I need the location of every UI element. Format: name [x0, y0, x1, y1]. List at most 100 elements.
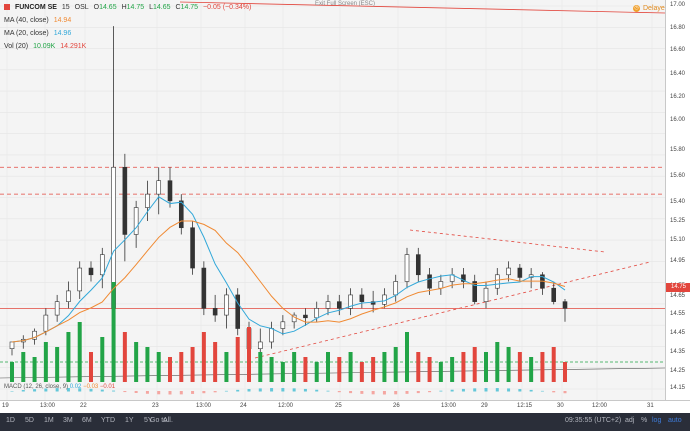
macd-histogram-bar: [382, 391, 386, 395]
triangle-upper-line: [409, 229, 606, 253]
goto-button[interactable]: Go to...: [150, 417, 173, 424]
macd-value-3: −0.01: [99, 384, 116, 390]
chart-canvas[interactable]: [0, 0, 665, 400]
candle-body: [201, 267, 207, 309]
volume-bar: [326, 352, 330, 382]
candle-body: [122, 166, 128, 235]
macd-histogram-bar: [349, 391, 353, 394]
ma20-value: 14.96: [53, 30, 72, 37]
time-tick-3: 23: [152, 403, 159, 409]
volume-bar: [506, 347, 511, 382]
legend-volume-row[interactable]: Vol (20) 10.09K 14.291K: [4, 43, 89, 50]
volume-bar: [10, 362, 14, 382]
volume-bar: [563, 362, 567, 382]
macd-histogram-bar: [540, 390, 544, 392]
volume-bar: [517, 352, 522, 382]
price-tick-15: 14.45: [670, 330, 686, 336]
time-tick-13: 12:00: [592, 403, 608, 409]
volume-bar: [495, 342, 500, 382]
price-tick-17: 14.25: [670, 368, 686, 374]
macd-histogram-bar: [191, 391, 195, 394]
range-button-5d[interactable]: 5D: [25, 417, 34, 424]
macd-histogram-bar: [224, 390, 228, 392]
range-button-6m[interactable]: 6M: [82, 417, 92, 424]
auto-toggle[interactable]: auto: [668, 417, 682, 424]
symbol-flag-icon: [4, 4, 10, 11]
time-tick-9: 13:00: [441, 403, 457, 409]
macd-histogram-bar: [507, 388, 511, 392]
volume-bar: [269, 357, 274, 382]
macd-legend[interactable]: MACD (12, 26, close, 9) 0.02 −0.03 −0.01: [4, 384, 115, 390]
volume-bar: [484, 352, 488, 382]
legend-ma40-row[interactable]: MA (40, close) 14.94: [4, 17, 74, 24]
range-button-1y[interactable]: 1Y: [125, 417, 134, 424]
chart-area[interactable]: FUNCOM SE 15 OSL O14.65 H14.75 L14.65 C1…: [0, 0, 669, 400]
macd-histogram-bar: [258, 388, 262, 392]
high-value: 14.75: [126, 4, 145, 11]
adj-toggle[interactable]: adj: [625, 417, 634, 424]
price-tick-16: 14.35: [670, 349, 686, 355]
candle-body: [415, 254, 421, 276]
volume-bar: [540, 352, 545, 382]
range-button-3m[interactable]: 3M: [63, 417, 73, 424]
interval-label[interactable]: 15: [62, 4, 70, 11]
candle-body: [66, 290, 71, 302]
macd-histogram-bar: [281, 388, 285, 392]
exit-fullscreen-button[interactable]: Exit Full Screen (ESC): [315, 1, 375, 7]
volume-bar: [66, 332, 71, 382]
candle-body: [9, 341, 15, 349]
candle-body: [303, 314, 308, 319]
time-tick-14: 31: [647, 403, 654, 409]
range-button-ytd[interactable]: YTD: [101, 417, 115, 424]
candle-body: [325, 301, 331, 309]
legend-ma20-row[interactable]: MA (20, close) 14.96: [4, 30, 74, 37]
macd-histogram-bar: [145, 391, 149, 394]
delayed-badge[interactable]: ◷ Delayed: [633, 5, 669, 12]
volume-bar: [461, 352, 466, 382]
ma40-value: 14.94: [53, 17, 72, 24]
macd-histogram-bar: [134, 391, 138, 394]
volume-label: Vol (20): [4, 43, 29, 50]
candle-body: [269, 328, 274, 343]
price-tick-3: 16.40: [670, 71, 686, 77]
range-button-1m[interactable]: 1M: [44, 417, 54, 424]
ma40-label: MA (40, close): [4, 17, 49, 24]
volume-bar: [224, 352, 229, 382]
macd-value-2: −0.03: [83, 384, 99, 390]
price-tick-11: 14.95: [670, 258, 686, 264]
price-tick-14: 14.55: [670, 311, 686, 317]
price-tick-5: 16.00: [670, 117, 686, 123]
log-toggle[interactable]: log: [652, 417, 661, 424]
candle-body: [483, 287, 489, 302]
macd-histogram-bar: [371, 391, 375, 395]
macd-histogram-bar: [439, 390, 443, 392]
symbol-name[interactable]: FUNCOM SE: [15, 4, 57, 11]
macd-histogram-bar: [360, 391, 364, 394]
candle-body: [359, 294, 365, 302]
volume-bar: [258, 352, 263, 382]
time-tick-5: 24: [240, 403, 247, 409]
candle-body: [551, 287, 557, 302]
candle-body: [167, 180, 173, 202]
volume-bar: [111, 282, 116, 382]
price-axis[interactable]: 17.00 16.80 16.60 16.40 16.20 16.00 15.80 15.60…: [665, 0, 690, 400]
macd-histogram-bar: [529, 389, 533, 392]
volume-bar: [393, 347, 398, 382]
volume-bar: [43, 342, 48, 382]
candle-body: [212, 308, 218, 316]
price-tick-18: 14.15: [670, 385, 686, 391]
time-tick-11: 12:15: [517, 403, 533, 409]
volume-bar: [32, 357, 37, 382]
time-axis[interactable]: 19 13:00 22 23 13:00 24 12:00 25 26 13:00 29 12:15 3…: [0, 400, 690, 414]
volume-bar: [348, 352, 353, 382]
time-tick-0: 19: [2, 403, 9, 409]
percent-toggle[interactable]: %: [641, 417, 647, 424]
clock-icon: ◷: [633, 5, 640, 12]
macd-histogram-bar: [236, 389, 240, 392]
price-tick-9: 15.25: [670, 218, 686, 224]
candle-body: [88, 267, 94, 276]
range-button-1d[interactable]: 1D: [6, 417, 15, 424]
volume-bar: [292, 352, 297, 382]
macd-histogram-bar: [10, 391, 14, 392]
open-value: 14.65: [99, 4, 117, 11]
